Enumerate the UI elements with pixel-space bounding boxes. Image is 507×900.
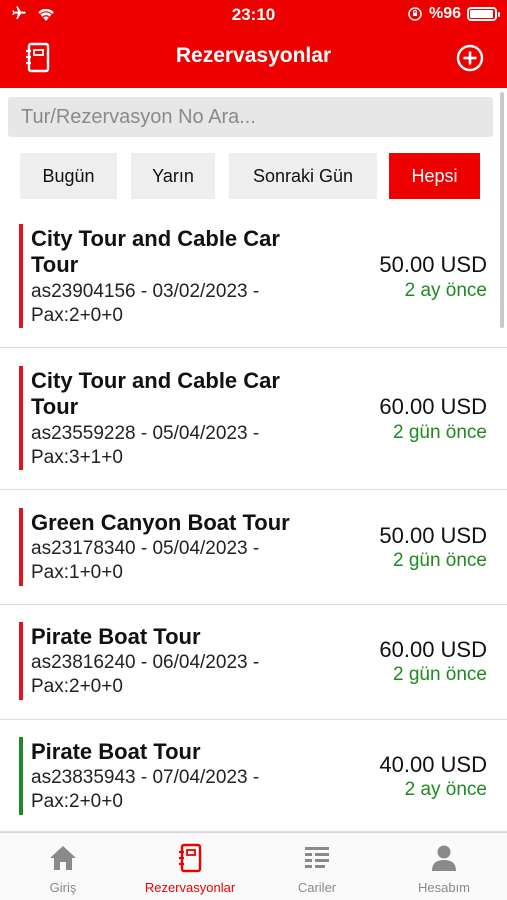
status-accent-bar bbox=[19, 366, 23, 470]
battery-percent: %96 bbox=[428, 5, 461, 22]
reservation-row[interactable]: Pirate Boat Tour as23816240 - 06/04/2023… bbox=[0, 606, 507, 720]
tour-title: City Tour and Cable Car bbox=[31, 368, 280, 393]
time-ago: 2 gün önce bbox=[392, 664, 487, 685]
tab-label: Hesabım bbox=[417, 880, 471, 895]
tab-reservations[interactable]: Rezervasyonlar bbox=[127, 833, 253, 900]
tour-title: Pirate Boat Tour bbox=[31, 739, 201, 764]
reservation-pax: Pax:3+1+0 bbox=[31, 447, 123, 468]
tab-label: Cariler bbox=[297, 880, 337, 895]
tour-title: City Tour and Cable Car bbox=[31, 226, 280, 251]
reservation-pax: Pax:2+0+0 bbox=[31, 791, 123, 812]
reservation-price: 60.00 USD bbox=[379, 637, 487, 662]
status-accent-bar bbox=[19, 508, 23, 586]
filter-today-button[interactable]: Bugün bbox=[20, 153, 117, 199]
status-accent-bar bbox=[19, 622, 23, 700]
reservation-row[interactable]: Pirate Boat Tour as23835943 - 07/04/2023… bbox=[0, 721, 507, 832]
home-icon bbox=[50, 846, 76, 870]
time-ago: 2 gün önce bbox=[392, 550, 487, 571]
tour-title: Green Canyon Boat Tour bbox=[31, 510, 290, 535]
bottom-tab-bar: Giriş Rezervasyonlar Cariler Hesabım bbox=[0, 832, 507, 900]
reservation-info: as23816240 - 06/04/2023 - bbox=[31, 652, 260, 673]
person-icon bbox=[432, 845, 456, 871]
list-icon bbox=[305, 847, 329, 868]
reservation-price: 40.00 USD bbox=[379, 752, 487, 777]
time-ago: 2 gün önce bbox=[392, 422, 487, 443]
tab-account[interactable]: Hesabım bbox=[381, 833, 507, 900]
reservation-info: as23559228 - 05/04/2023 - bbox=[31, 423, 260, 444]
reservation-pax: Pax:2+0+0 bbox=[31, 676, 123, 697]
tab-accounts[interactable]: Cariler bbox=[254, 833, 380, 900]
search-bar bbox=[8, 97, 493, 137]
orientation-lock-icon bbox=[408, 7, 422, 21]
status-bar: 23:10 %96 bbox=[0, 0, 507, 30]
reservation-price: 60.00 USD bbox=[379, 394, 487, 419]
reservation-pax: Pax:1+0+0 bbox=[31, 562, 123, 583]
page-title: Rezervasyonlar bbox=[175, 44, 332, 67]
status-right: %96 bbox=[407, 5, 500, 23]
time-ago: 2 ay önce bbox=[404, 280, 487, 301]
reservation-info: as23904156 - 03/02/2023 - bbox=[31, 281, 260, 302]
tab-home[interactable]: Giriş bbox=[0, 833, 126, 900]
app-header: 23:10 %96 Rezervasyonlar bbox=[0, 0, 507, 88]
notebook-icon bbox=[179, 843, 202, 873]
battery-icon bbox=[467, 7, 500, 21]
tour-title-continued: Tour bbox=[31, 252, 79, 277]
reservation-price: 50.00 USD bbox=[379, 252, 487, 277]
filter-all-button[interactable]: Hepsi bbox=[389, 153, 480, 199]
reservation-info: as23178340 - 05/04/2023 - bbox=[31, 538, 260, 559]
status-accent-bar bbox=[19, 224, 23, 328]
reservation-pax: Pax:2+0+0 bbox=[31, 305, 123, 326]
reservation-row[interactable]: City Tour and Cable Car Tour as23559228 … bbox=[0, 349, 507, 490]
time-ago: 2 ay önce bbox=[404, 779, 487, 800]
search-input[interactable] bbox=[8, 97, 493, 137]
filter-tomorrow-button[interactable]: Yarın bbox=[131, 153, 215, 199]
filter-next-day-button[interactable]: Sonraki Gün bbox=[229, 153, 377, 199]
tour-title-continued: Tour bbox=[31, 394, 79, 419]
tab-label: Giriş bbox=[49, 880, 77, 895]
tab-label: Rezervasyonlar bbox=[144, 880, 236, 895]
reservation-info: as23835943 - 07/04/2023 - bbox=[31, 767, 260, 788]
date-filter-row: Bugün Yarın Sonraki Gün Hepsi bbox=[0, 153, 507, 199]
status-accent-bar bbox=[19, 737, 23, 815]
reservation-row[interactable]: City Tour and Cable Car Tour as23904156 … bbox=[0, 210, 507, 348]
tour-title: Pirate Boat Tour bbox=[31, 624, 201, 649]
add-circle-icon[interactable] bbox=[456, 44, 484, 72]
reservation-row[interactable]: Green Canyon Boat Tour as23178340 - 05/0… bbox=[0, 491, 507, 605]
reservation-price: 50.00 USD bbox=[379, 523, 487, 548]
